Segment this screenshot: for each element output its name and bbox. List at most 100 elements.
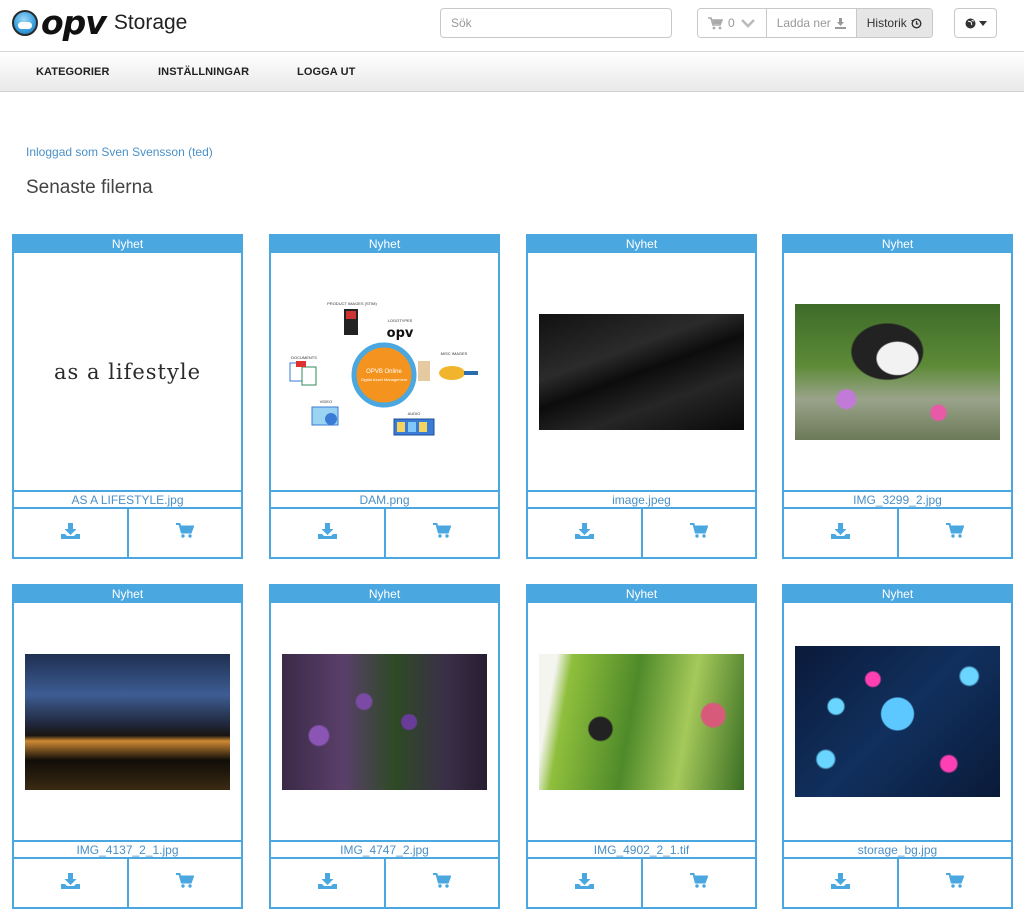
cloud-logo-icon bbox=[12, 10, 38, 36]
download-file-button[interactable] bbox=[528, 859, 641, 907]
thumbnail-image bbox=[539, 313, 744, 430]
svg-text:PRODUCT IMAGES (STIM): PRODUCT IMAGES (STIM) bbox=[327, 301, 377, 306]
svg-text:Digital Asset Management: Digital Asset Management bbox=[361, 377, 408, 382]
file-name[interactable]: AS A LIFESTYLE.jpg bbox=[14, 490, 241, 509]
svg-text:DOCUMENTS: DOCUMENTS bbox=[291, 355, 317, 360]
file-card[interactable]: Nyhet IMG_4747_2.jpg bbox=[269, 584, 500, 909]
product-name: Storage bbox=[113, 11, 188, 34]
file-thumbnail[interactable]: as a lifestyle bbox=[14, 253, 241, 490]
add-to-cart-icon bbox=[689, 523, 709, 543]
file-name[interactable]: storage_bg.jpg bbox=[784, 840, 1011, 859]
add-to-cart-button[interactable] bbox=[896, 509, 1012, 557]
svg-text:MISC IMAGES: MISC IMAGES bbox=[441, 351, 468, 356]
add-to-cart-button[interactable] bbox=[640, 509, 756, 557]
download-tray-icon bbox=[830, 872, 850, 894]
cart-count: 0 bbox=[728, 16, 735, 30]
brand-name: opv bbox=[41, 3, 107, 42]
add-to-cart-icon bbox=[689, 873, 709, 893]
logged-in-user-link[interactable]: Inloggad som Sven Svensson (ted) bbox=[26, 145, 213, 159]
chevron-down-icon bbox=[740, 19, 755, 28]
download-icon bbox=[834, 17, 846, 29]
thumbnail-image bbox=[795, 303, 1000, 440]
history-icon bbox=[910, 17, 922, 29]
file-name[interactable]: IMG_4747_2.jpg bbox=[271, 840, 498, 859]
file-name[interactable]: IMG_3299_2.jpg bbox=[784, 490, 1011, 509]
add-to-cart-icon bbox=[945, 873, 965, 893]
download-tray-icon bbox=[830, 522, 850, 544]
download-tray-icon bbox=[60, 522, 80, 544]
add-to-cart-icon bbox=[175, 523, 195, 543]
new-badge: Nyhet bbox=[271, 586, 498, 603]
download-button-label: Ladda ner bbox=[776, 16, 831, 30]
file-name[interactable]: DAM.png bbox=[271, 490, 498, 509]
add-to-cart-button[interactable] bbox=[126, 859, 242, 907]
new-badge: Nyhet bbox=[784, 236, 1011, 253]
download-file-button[interactable] bbox=[784, 859, 897, 907]
thumbnail-text: as a lifestyle bbox=[53, 359, 202, 384]
nav-item-kategorier[interactable]: KATEGORIER bbox=[36, 66, 110, 78]
download-tray-icon bbox=[60, 872, 80, 894]
add-to-cart-icon bbox=[945, 523, 965, 543]
file-card[interactable]: Nyhet as a lifestyle AS A LIFESTYLE.jpg bbox=[12, 234, 243, 559]
file-card[interactable]: Nyhet storage_bg.jpg bbox=[782, 584, 1013, 909]
file-card[interactable]: Nyhet IMG_4902_2_1.tif bbox=[526, 584, 757, 909]
thumbnail-image bbox=[539, 653, 744, 790]
history-button-label: Historik bbox=[866, 16, 907, 30]
add-to-cart-icon bbox=[175, 873, 195, 893]
download-file-button[interactable] bbox=[784, 509, 897, 557]
file-thumbnail[interactable] bbox=[784, 253, 1011, 490]
add-to-cart-button[interactable] bbox=[383, 509, 499, 557]
dam-diagram-image: OPVB Online Digital Asset Management PRO… bbox=[289, 301, 478, 435]
app-logo[interactable]: opv Storage bbox=[12, 5, 187, 41]
download-file-button[interactable] bbox=[271, 509, 384, 557]
svg-text:VIDEO: VIDEO bbox=[320, 399, 332, 404]
file-thumbnail[interactable] bbox=[528, 603, 755, 840]
download-file-button[interactable] bbox=[528, 509, 641, 557]
nav-item-installningar[interactable]: INSTÄLLNINGAR bbox=[158, 66, 249, 78]
search-input[interactable] bbox=[440, 8, 672, 38]
file-thumbnail[interactable] bbox=[528, 253, 755, 490]
add-to-cart-button[interactable] bbox=[383, 859, 499, 907]
download-button[interactable]: Ladda ner bbox=[766, 9, 857, 37]
download-tray-icon bbox=[317, 522, 337, 544]
svg-text:AUDIO: AUDIO bbox=[408, 411, 421, 416]
cart-button[interactable]: 0 bbox=[698, 9, 767, 37]
download-file-button[interactable] bbox=[14, 859, 127, 907]
file-card[interactable]: Nyhet IMG_4137_2_1.jpg bbox=[12, 584, 243, 909]
svg-text:opv: opv bbox=[387, 326, 414, 341]
add-to-cart-button[interactable] bbox=[640, 859, 756, 907]
main-navigation: KATEGORIER INSTÄLLNINGAR LOGGA UT bbox=[0, 51, 1024, 92]
file-card[interactable]: Nyhet OPVB Online Digital Asset Manageme… bbox=[269, 234, 500, 559]
thumbnail-image bbox=[795, 646, 1000, 797]
add-to-cart-icon bbox=[432, 523, 452, 543]
file-thumbnail[interactable] bbox=[14, 603, 241, 840]
nav-item-logga-ut[interactable]: LOGGA UT bbox=[297, 66, 355, 78]
add-to-cart-button[interactable] bbox=[126, 509, 242, 557]
shopping-cart-icon bbox=[708, 16, 723, 29]
file-thumbnail[interactable]: OPVB Online Digital Asset Management PRO… bbox=[271, 253, 498, 490]
top-header: opv Storage 0 Ladda ner Historik bbox=[0, 0, 1024, 50]
download-file-button[interactable] bbox=[14, 509, 127, 557]
thumbnail-image bbox=[25, 653, 230, 790]
new-badge: Nyhet bbox=[528, 586, 755, 603]
file-name[interactable]: IMG_4137_2_1.jpg bbox=[14, 840, 241, 859]
download-file-button[interactable] bbox=[271, 859, 384, 907]
new-badge: Nyhet bbox=[271, 236, 498, 253]
svg-text:OPVB Online: OPVB Online bbox=[366, 369, 402, 375]
new-badge: Nyhet bbox=[784, 586, 1011, 603]
language-dropdown[interactable] bbox=[954, 8, 997, 38]
history-button[interactable]: Historik bbox=[856, 9, 932, 37]
file-card[interactable]: Nyhet image.jpeg bbox=[526, 234, 757, 559]
download-tray-icon bbox=[574, 872, 594, 894]
file-name[interactable]: IMG_4902_2_1.tif bbox=[528, 840, 755, 859]
file-card[interactable]: Nyhet IMG_3299_2.jpg bbox=[782, 234, 1013, 559]
new-badge: Nyhet bbox=[528, 236, 755, 253]
file-name[interactable]: image.jpeg bbox=[528, 490, 755, 509]
file-thumbnail[interactable] bbox=[271, 603, 498, 840]
add-to-cart-icon bbox=[432, 873, 452, 893]
file-thumbnail[interactable] bbox=[784, 603, 1011, 840]
add-to-cart-button[interactable] bbox=[896, 859, 1012, 907]
thumbnail-image bbox=[282, 653, 487, 790]
download-tray-icon bbox=[317, 872, 337, 894]
globe-icon bbox=[965, 18, 975, 28]
